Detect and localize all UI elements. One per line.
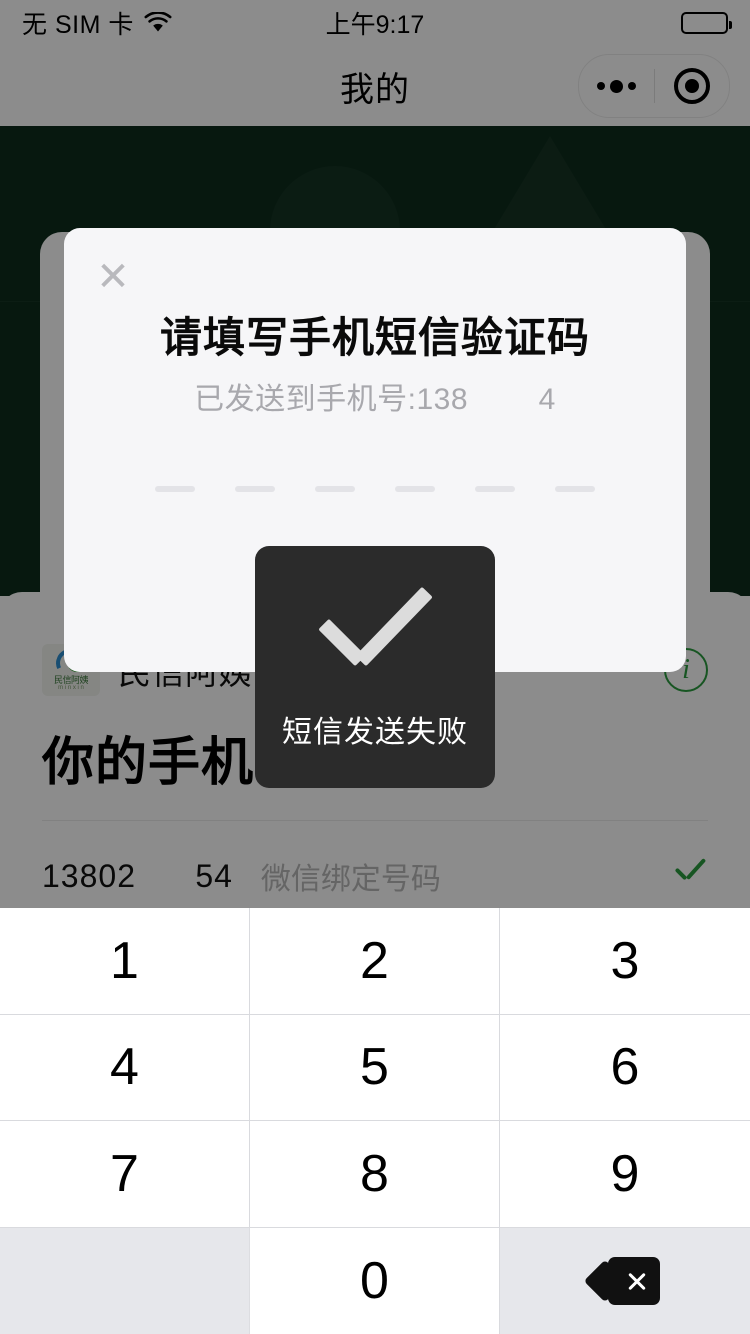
- code-slot[interactable]: [315, 458, 355, 492]
- key-backspace[interactable]: [500, 1227, 750, 1334]
- key-5[interactable]: 5: [250, 1014, 500, 1121]
- key-8[interactable]: 8: [250, 1121, 500, 1228]
- code-slot[interactable]: [475, 458, 515, 492]
- key-3[interactable]: 3: [500, 908, 750, 1015]
- toast-message: 短信发送失败: [255, 546, 495, 788]
- key-9[interactable]: 9: [500, 1121, 750, 1228]
- modal-title: 请填写手机短信验证码: [159, 314, 590, 361]
- modal-subtitle: 已发送到手机号:138 4: [194, 383, 556, 416]
- close-x-icon[interactable]: ✕: [90, 254, 136, 300]
- key-7[interactable]: 7: [0, 1121, 250, 1228]
- key-2[interactable]: 2: [250, 908, 500, 1015]
- numeric-keypad: 1 2 3 4 5 6 7 8 9 0: [0, 908, 750, 1334]
- code-slot[interactable]: [155, 458, 195, 492]
- check-mark-icon: [310, 605, 440, 677]
- key-1[interactable]: 1: [0, 908, 250, 1015]
- key-6[interactable]: 6: [500, 1014, 750, 1121]
- key-blank: [0, 1227, 250, 1334]
- key-0[interactable]: 0: [250, 1227, 500, 1334]
- backspace-icon: [583, 1256, 660, 1305]
- toast-text: 短信发送失败: [282, 716, 468, 749]
- verification-code-input[interactable]: [64, 458, 686, 492]
- code-slot[interactable]: [235, 458, 275, 492]
- code-slot[interactable]: [555, 458, 595, 492]
- screen-root: 无 SIM 卡 上午9:17 我的 民信阿姨 m i n x i n 民信阿姨 …: [0, 0, 750, 1334]
- key-4[interactable]: 4: [0, 1014, 250, 1121]
- code-slot[interactable]: [395, 458, 435, 492]
